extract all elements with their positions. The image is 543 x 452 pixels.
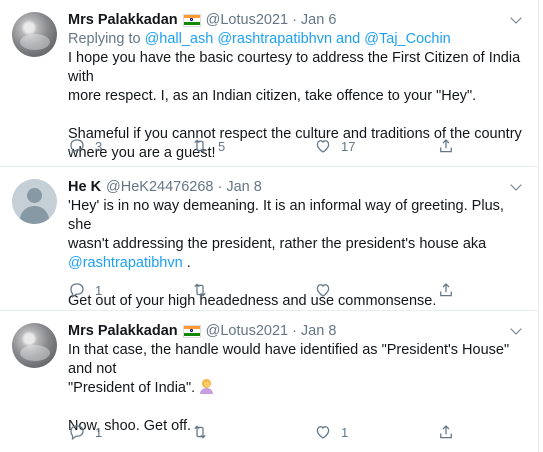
like-count: 17: [341, 138, 356, 154]
share-icon: [440, 425, 452, 439]
tweet-text-line: @rashtrapatibhvn .: [68, 254, 522, 273]
avatar[interactable]: [12, 12, 57, 57]
avatar[interactable]: [12, 179, 57, 224]
tweet[interactable]: He K @HeK24476268 · Jan 8 'Hey' is in no…: [0, 167, 538, 311]
retweet-button[interactable]: 5: [191, 137, 314, 155]
tweet[interactable]: Mrs Palakkadan @Lotus2021 · Jan 6 Replyi…: [0, 0, 538, 167]
tweet-text-line: more respect. I, as an Indian citizen, t…: [68, 88, 477, 104]
reply-and[interactable]: and: [336, 31, 360, 47]
retweet-icon: [194, 425, 206, 439]
india-flag-icon: [182, 13, 201, 27]
reply-count: 1: [95, 424, 103, 440]
tweet-text-fragment: .: [186, 255, 191, 271]
india-flag-icon: [182, 324, 201, 338]
author-name[interactable]: He K: [68, 177, 101, 197]
tweet-actions: 3 5 17: [68, 136, 468, 156]
like-icon: [316, 426, 330, 439]
reply-icon: [70, 283, 84, 298]
like-button[interactable]: [314, 281, 437, 299]
share-icon: [440, 283, 452, 297]
reply-handles-link[interactable]: @hall_ash @rashtrapatibhvn: [145, 31, 332, 47]
tweet-text-line: "President of India".: [68, 379, 522, 398]
retweet-icon: [194, 283, 206, 297]
conversation-thread: Mrs Palakkadan @Lotus2021 · Jan 6 Replyi…: [0, 0, 539, 452]
retweet-icon: [194, 139, 206, 153]
author-handle[interactable]: @Lotus2021: [206, 10, 288, 30]
like-button[interactable]: 17: [314, 137, 437, 155]
tweet-text-line: I hope you have the basic courtesy to ad…: [68, 50, 521, 85]
reply-count: 3: [95, 138, 103, 154]
retweet-button[interactable]: [191, 281, 314, 299]
share-button[interactable]: [437, 423, 455, 441]
tweet-date[interactable]: Jan 8: [226, 177, 261, 197]
replying-to-label: Replying to: [68, 31, 141, 47]
tweet-header: Mrs Palakkadan @Lotus2021 · Jan 8: [68, 321, 522, 341]
like-icon: [316, 284, 330, 297]
share-icon: [440, 139, 452, 153]
reply-button[interactable]: 1: [68, 423, 191, 441]
reply-button[interactable]: 1: [68, 281, 191, 299]
tweet-date[interactable]: Jan 8: [301, 321, 336, 341]
like-icon: [316, 140, 330, 153]
like-count: 1: [341, 424, 349, 440]
like-button[interactable]: 1: [314, 423, 437, 441]
tweet[interactable]: Mrs Palakkadan @Lotus2021 · Jan 8 In tha…: [0, 311, 538, 452]
reply-handle-link[interactable]: @Taj_Cochin: [364, 31, 450, 47]
separator-dot: ·: [217, 179, 223, 195]
retweet-button[interactable]: [191, 423, 314, 441]
author-name[interactable]: Mrs Palakkadan: [68, 321, 178, 341]
separator-dot: ·: [292, 323, 297, 339]
avatar[interactable]: [12, 323, 57, 368]
tweet-actions: 1 1: [68, 422, 468, 442]
tweet-text-line: 'Hey' is in no way demeaning. It is an i…: [68, 198, 504, 233]
reply-count: 1: [95, 282, 103, 298]
share-button[interactable]: [437, 281, 455, 299]
share-button[interactable]: [437, 137, 455, 155]
author-handle[interactable]: @HeK24476268: [106, 177, 213, 197]
tweet-text-line: wasn't addressing the president, rather …: [68, 236, 487, 252]
tweet-header: Mrs Palakkadan @Lotus2021 · Jan 6: [68, 10, 522, 30]
default-avatar-head: [27, 188, 42, 203]
reply-icon: [70, 139, 84, 154]
tweet-header: He K @HeK24476268 · Jan 8: [68, 177, 522, 197]
tweet-text-fragment: "President of India".: [68, 380, 196, 396]
replying-to: Replying to @hall_ash @rashtrapatibhvn a…: [68, 30, 522, 49]
tweet-actions: 1: [68, 280, 468, 300]
author-name[interactable]: Mrs Palakkadan: [68, 10, 178, 30]
default-avatar-body: [20, 206, 49, 224]
separator-dot: ·: [292, 12, 297, 28]
tweet-date[interactable]: Jan 6: [301, 10, 336, 30]
woman-facepalming-emoji: [199, 379, 214, 394]
retweet-count: 5: [218, 138, 226, 154]
tweet-text-line: In that case, the handle would have iden…: [68, 342, 510, 377]
author-handle[interactable]: @Lotus2021: [206, 321, 288, 341]
reply-button[interactable]: 3: [68, 137, 191, 155]
reply-icon: [70, 425, 84, 440]
mention-link[interactable]: @rashtrapatibhvn: [68, 255, 183, 271]
